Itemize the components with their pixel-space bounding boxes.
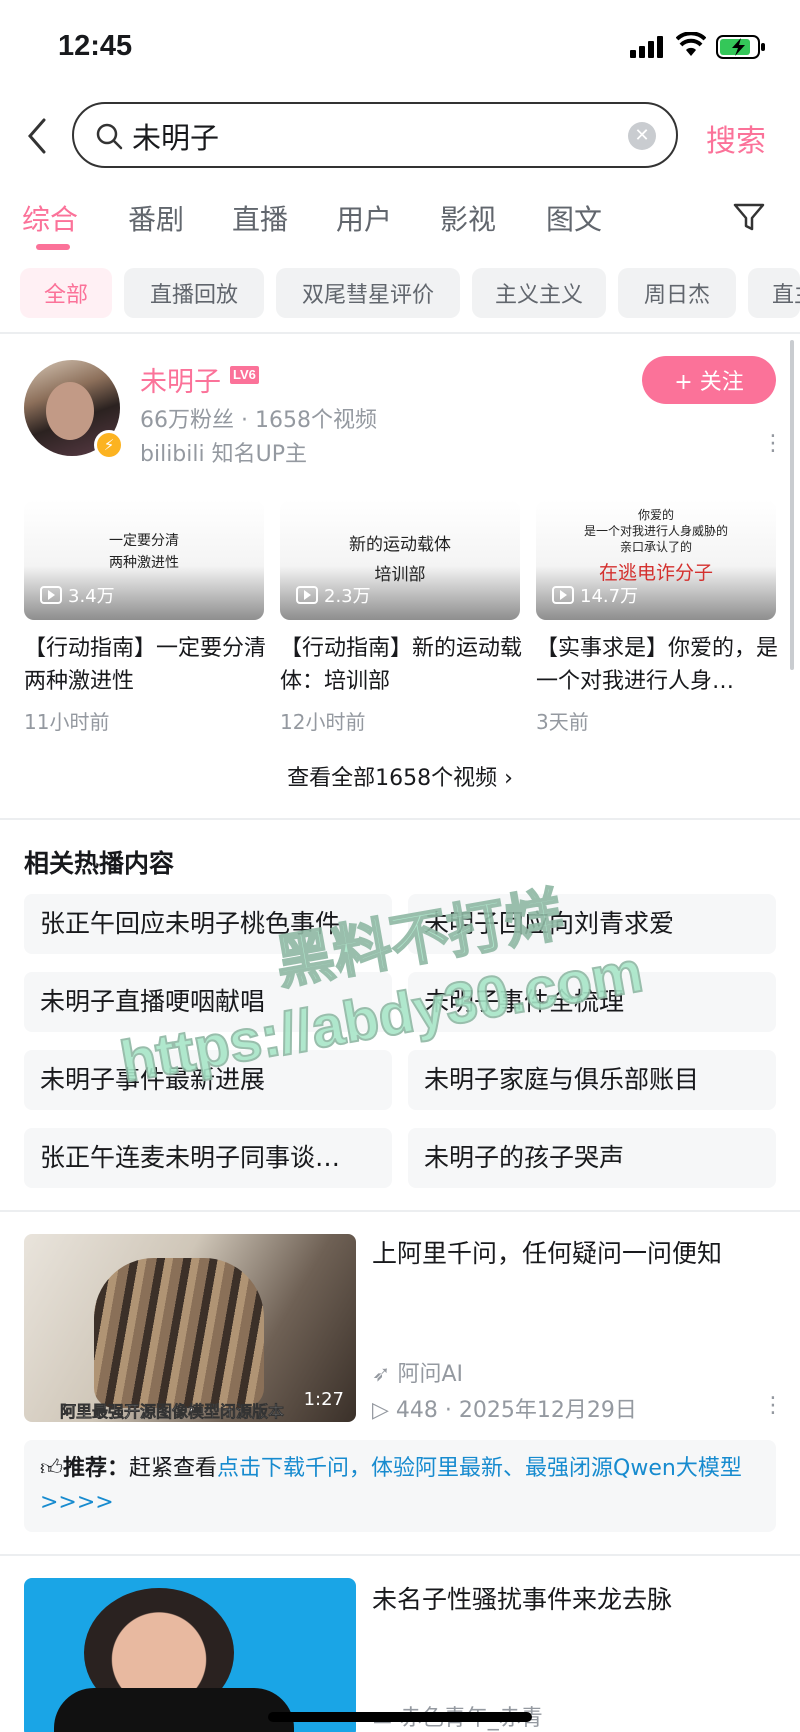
back-arrow-icon[interactable] (22, 116, 52, 156)
chip-live-replay[interactable]: 直播回放 (124, 268, 264, 318)
more-options-icon[interactable]: ⋮ (762, 1395, 784, 1417)
level-badge: LV6 (230, 366, 259, 384)
play-count-icon: ▷ (372, 1398, 396, 1423)
user-description: bilibili 知名UP主 (140, 442, 307, 467)
search-button[interactable]: 搜索 (706, 116, 766, 160)
ad-source[interactable]: ➶ 阿问AI (372, 1356, 463, 1388)
divider (0, 1554, 800, 1556)
play-count-icon (552, 586, 574, 604)
ad-meta: ▷ 448 · 2025年12月29日 (372, 1398, 637, 1423)
divider (0, 1210, 800, 1212)
divider (0, 332, 800, 334)
wifi-icon (676, 32, 706, 56)
chip-zhourijie[interactable]: 周日杰 (618, 268, 736, 318)
verified-badge-icon: ⚡ (94, 430, 124, 460)
thumbs-up-icon: 👍︎ (40, 1456, 63, 1481)
play-count-icon (296, 586, 318, 604)
user-stats: 66万粉丝 · 1658个视频 (140, 408, 377, 433)
video-time: 11小时前 (24, 710, 110, 734)
ad-rocket-icon: ➶ (372, 1362, 398, 1387)
cat-image (94, 1258, 264, 1408)
view-all-videos-link[interactable]: 查看全部1658个视频 › (0, 760, 800, 792)
more-options-icon[interactable]: ⋮ (762, 433, 784, 455)
clear-icon[interactable]: ✕ (628, 122, 656, 150)
ad-thumbnail[interactable]: 阿里最强开源图像模型闭源版本 1:27 (24, 1234, 356, 1422)
recommend-box[interactable]: 👍︎推荐：赶紧查看点击下载千问，体验阿里最新、最强闭源Qwen大模型>>>> (24, 1440, 776, 1532)
hot-item[interactable]: 未明子的孩子哭声 (408, 1128, 776, 1188)
search-input[interactable] (132, 116, 612, 156)
tab-all[interactable]: 综合 (22, 198, 78, 238)
video-thumbnail[interactable]: 一定要分清 两种激进性 3.4万 (24, 500, 264, 620)
divider (0, 818, 800, 820)
tab-anime[interactable]: 番剧 (128, 198, 184, 238)
video-title[interactable]: 【行动指南】新的运动载体：培训部 (280, 632, 522, 698)
battery-charging-icon (716, 35, 765, 59)
tab-users[interactable]: 用户 (336, 198, 392, 238)
video-thumbnail[interactable]: 新的运动载体 培训部 2.3万 (280, 500, 520, 620)
video-title[interactable]: 【行动指南】一定要分清两种激进性 (24, 632, 266, 698)
status-time: 12:45 (58, 30, 133, 62)
ad-title[interactable]: 上阿里千问，任何疑问一问便知 (372, 1236, 772, 1272)
hot-item[interactable]: 未明子家庭与俱乐部账目 (408, 1050, 776, 1110)
chip-more[interactable]: 直主 (748, 268, 800, 318)
video-thumbnail[interactable]: 你爱的 是一个对我进行人身威胁的 亲口承认了的 在逃电诈分子 14.7万 (536, 500, 776, 620)
tab-indicator (36, 244, 70, 250)
user-name[interactable]: 未明子 (140, 360, 221, 399)
video-duration: 1:27 (303, 1389, 344, 1410)
chip-all[interactable]: 全部 (20, 268, 112, 318)
search-icon (96, 123, 123, 150)
follow-button[interactable]: + 关注 (642, 356, 776, 404)
video-thumbnail[interactable] (24, 1578, 356, 1732)
chip-zhuyi[interactable]: 主义主义 (472, 268, 606, 318)
section-title: 相关热播内容 (24, 849, 175, 878)
chip-comet-review[interactable]: 双尾彗星评价 (276, 268, 460, 318)
video-title[interactable]: 未名子性骚扰事件来龙去脉 (372, 1580, 672, 1616)
tab-live[interactable]: 直播 (232, 198, 288, 238)
video-time: 3天前 (536, 710, 589, 734)
cellular-signal-icon (630, 36, 663, 58)
scrollbar[interactable] (790, 340, 794, 670)
video-title[interactable]: 【实事求是】你爱的，是一个对我进行人身… (536, 632, 778, 698)
play-count-icon (40, 586, 62, 604)
home-indicator (268, 1712, 532, 1722)
hot-item[interactable]: 张正午连麦未明子同事谈… (24, 1128, 392, 1188)
filter-icon[interactable] (732, 200, 766, 234)
tab-articles[interactable]: 图文 (546, 198, 602, 238)
tab-film[interactable]: 影视 (440, 198, 496, 238)
video-time: 12小时前 (280, 710, 366, 734)
